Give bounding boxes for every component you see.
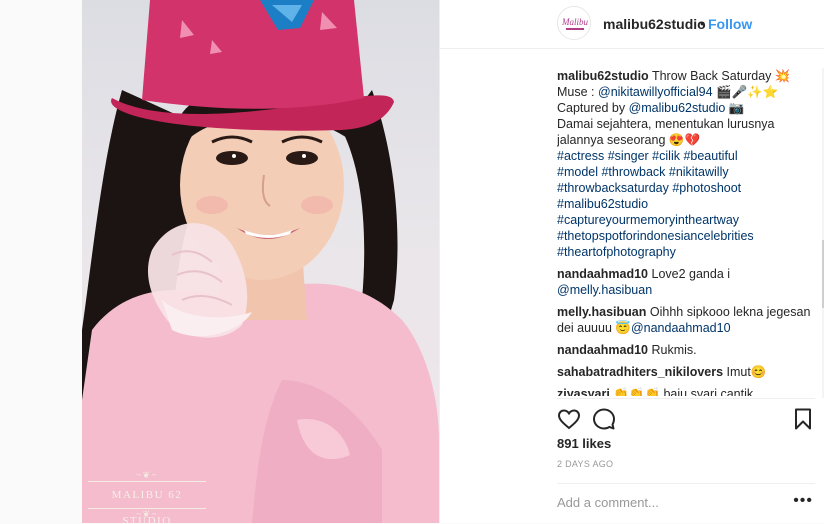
hashtag-line[interactable]: #theartofphotography: [557, 245, 676, 259]
captured-mention-link[interactable]: @malibu62studio: [629, 101, 726, 115]
caption-captured-suffix: 📷: [725, 101, 745, 115]
caption-muse-prefix: Muse :: [557, 85, 598, 99]
post-date: 2 DAYS AGO: [557, 459, 614, 469]
caption-muse-suffix: 🎬🎤✨⭐: [712, 85, 779, 99]
comments-list[interactable]: malibu62studio Throw Back Saturday 💥 Mus…: [557, 68, 815, 396]
ornament-icon: ~❦~: [136, 470, 158, 480]
muse-mention-link[interactable]: @nikitawillyofficial94: [598, 85, 713, 99]
ornament-icon: ~❦~: [136, 509, 158, 519]
comment-item: ziyasyari 👏👏👏 baju syari cantik: [557, 386, 815, 396]
follow-button[interactable]: Follow: [708, 16, 752, 32]
comment-username[interactable]: nandaahmad10: [557, 343, 648, 357]
heart-icon[interactable]: [557, 407, 581, 431]
comment-item: melly.hasibuan Oihhh sipkooo lekna jeges…: [557, 304, 815, 336]
bookmark-icon[interactable]: [791, 407, 815, 431]
hashtag-line[interactable]: #thetopspotforindonesiancelebrities: [557, 229, 754, 243]
comment-item: sahabatradhiters_nikilovers Imut😊: [557, 364, 815, 380]
comment-mention-link[interactable]: @melly.hasibuan: [557, 283, 652, 297]
comment-username[interactable]: nandaahmad10: [557, 267, 648, 281]
comment-item: nandaahmad10 Rukmis.: [557, 342, 815, 358]
hashtag-line[interactable]: #model #throwback #nikitawilly: [557, 165, 729, 179]
comment-text: 👏👏👏 baju syari cantik: [613, 387, 754, 396]
hashtag-line[interactable]: #actress #singer #cilik #beautiful: [557, 149, 738, 163]
studio-watermark: ~❦~ MALIBU 62 STUDIO ~❦~: [88, 471, 206, 523]
svg-text:Malibu: Malibu: [561, 17, 588, 27]
comment-username[interactable]: ziyasyari: [557, 387, 610, 396]
separator-dot: •: [700, 15, 705, 31]
comment-text: Love2 ganda i: [651, 267, 731, 281]
comment-text: Imut😊: [726, 365, 767, 379]
avatar-logo-icon: Malibu: [558, 7, 590, 39]
likes-count[interactable]: 891 likes: [557, 436, 611, 451]
comment-username[interactable]: melly.hasibuan: [557, 305, 646, 319]
girl-portrait-image: [82, 0, 439, 523]
post-photo[interactable]: ~❦~ MALIBU 62 STUDIO ~❦~: [82, 0, 439, 523]
caption: malibu62studio Throw Back Saturday 💥 Mus…: [557, 68, 815, 260]
comment-item: nandaahmad10 Love2 ganda i @melly.hasibu…: [557, 266, 815, 298]
caption-captured-prefix: Captured by: [557, 101, 629, 115]
more-options-button[interactable]: •••: [793, 492, 813, 510]
header-username[interactable]: malibu62studio: [603, 16, 706, 32]
hashtag-line[interactable]: #captureyourmemoryintheartway: [557, 213, 739, 227]
comment-username[interactable]: sahabatradhiters_nikilovers: [557, 365, 723, 379]
comment-icon[interactable]: [592, 407, 616, 431]
action-bar: [557, 398, 815, 435]
add-comment-bar: •••: [557, 483, 815, 524]
caption-quote: Damai sejahtera, menentukan lurusnya jal…: [557, 117, 775, 147]
hashtag-line[interactable]: #malibu62studio: [557, 197, 648, 211]
hashtag-line[interactable]: #throwbacksaturday #photoshoot: [557, 181, 741, 195]
post-side-panel: Malibu malibu62studio • Follow malibu62s…: [439, 0, 824, 523]
comment-input[interactable]: [557, 490, 777, 514]
post-header: Malibu malibu62studio • Follow: [440, 0, 824, 49]
caption-username[interactable]: malibu62studio: [557, 69, 649, 83]
avatar[interactable]: Malibu: [557, 6, 591, 40]
caption-line: Throw Back Saturday 💥: [651, 69, 791, 83]
comment-mention-link[interactable]: @nandaahmad10: [631, 321, 731, 335]
comment-text: Rukmis.: [651, 343, 697, 357]
